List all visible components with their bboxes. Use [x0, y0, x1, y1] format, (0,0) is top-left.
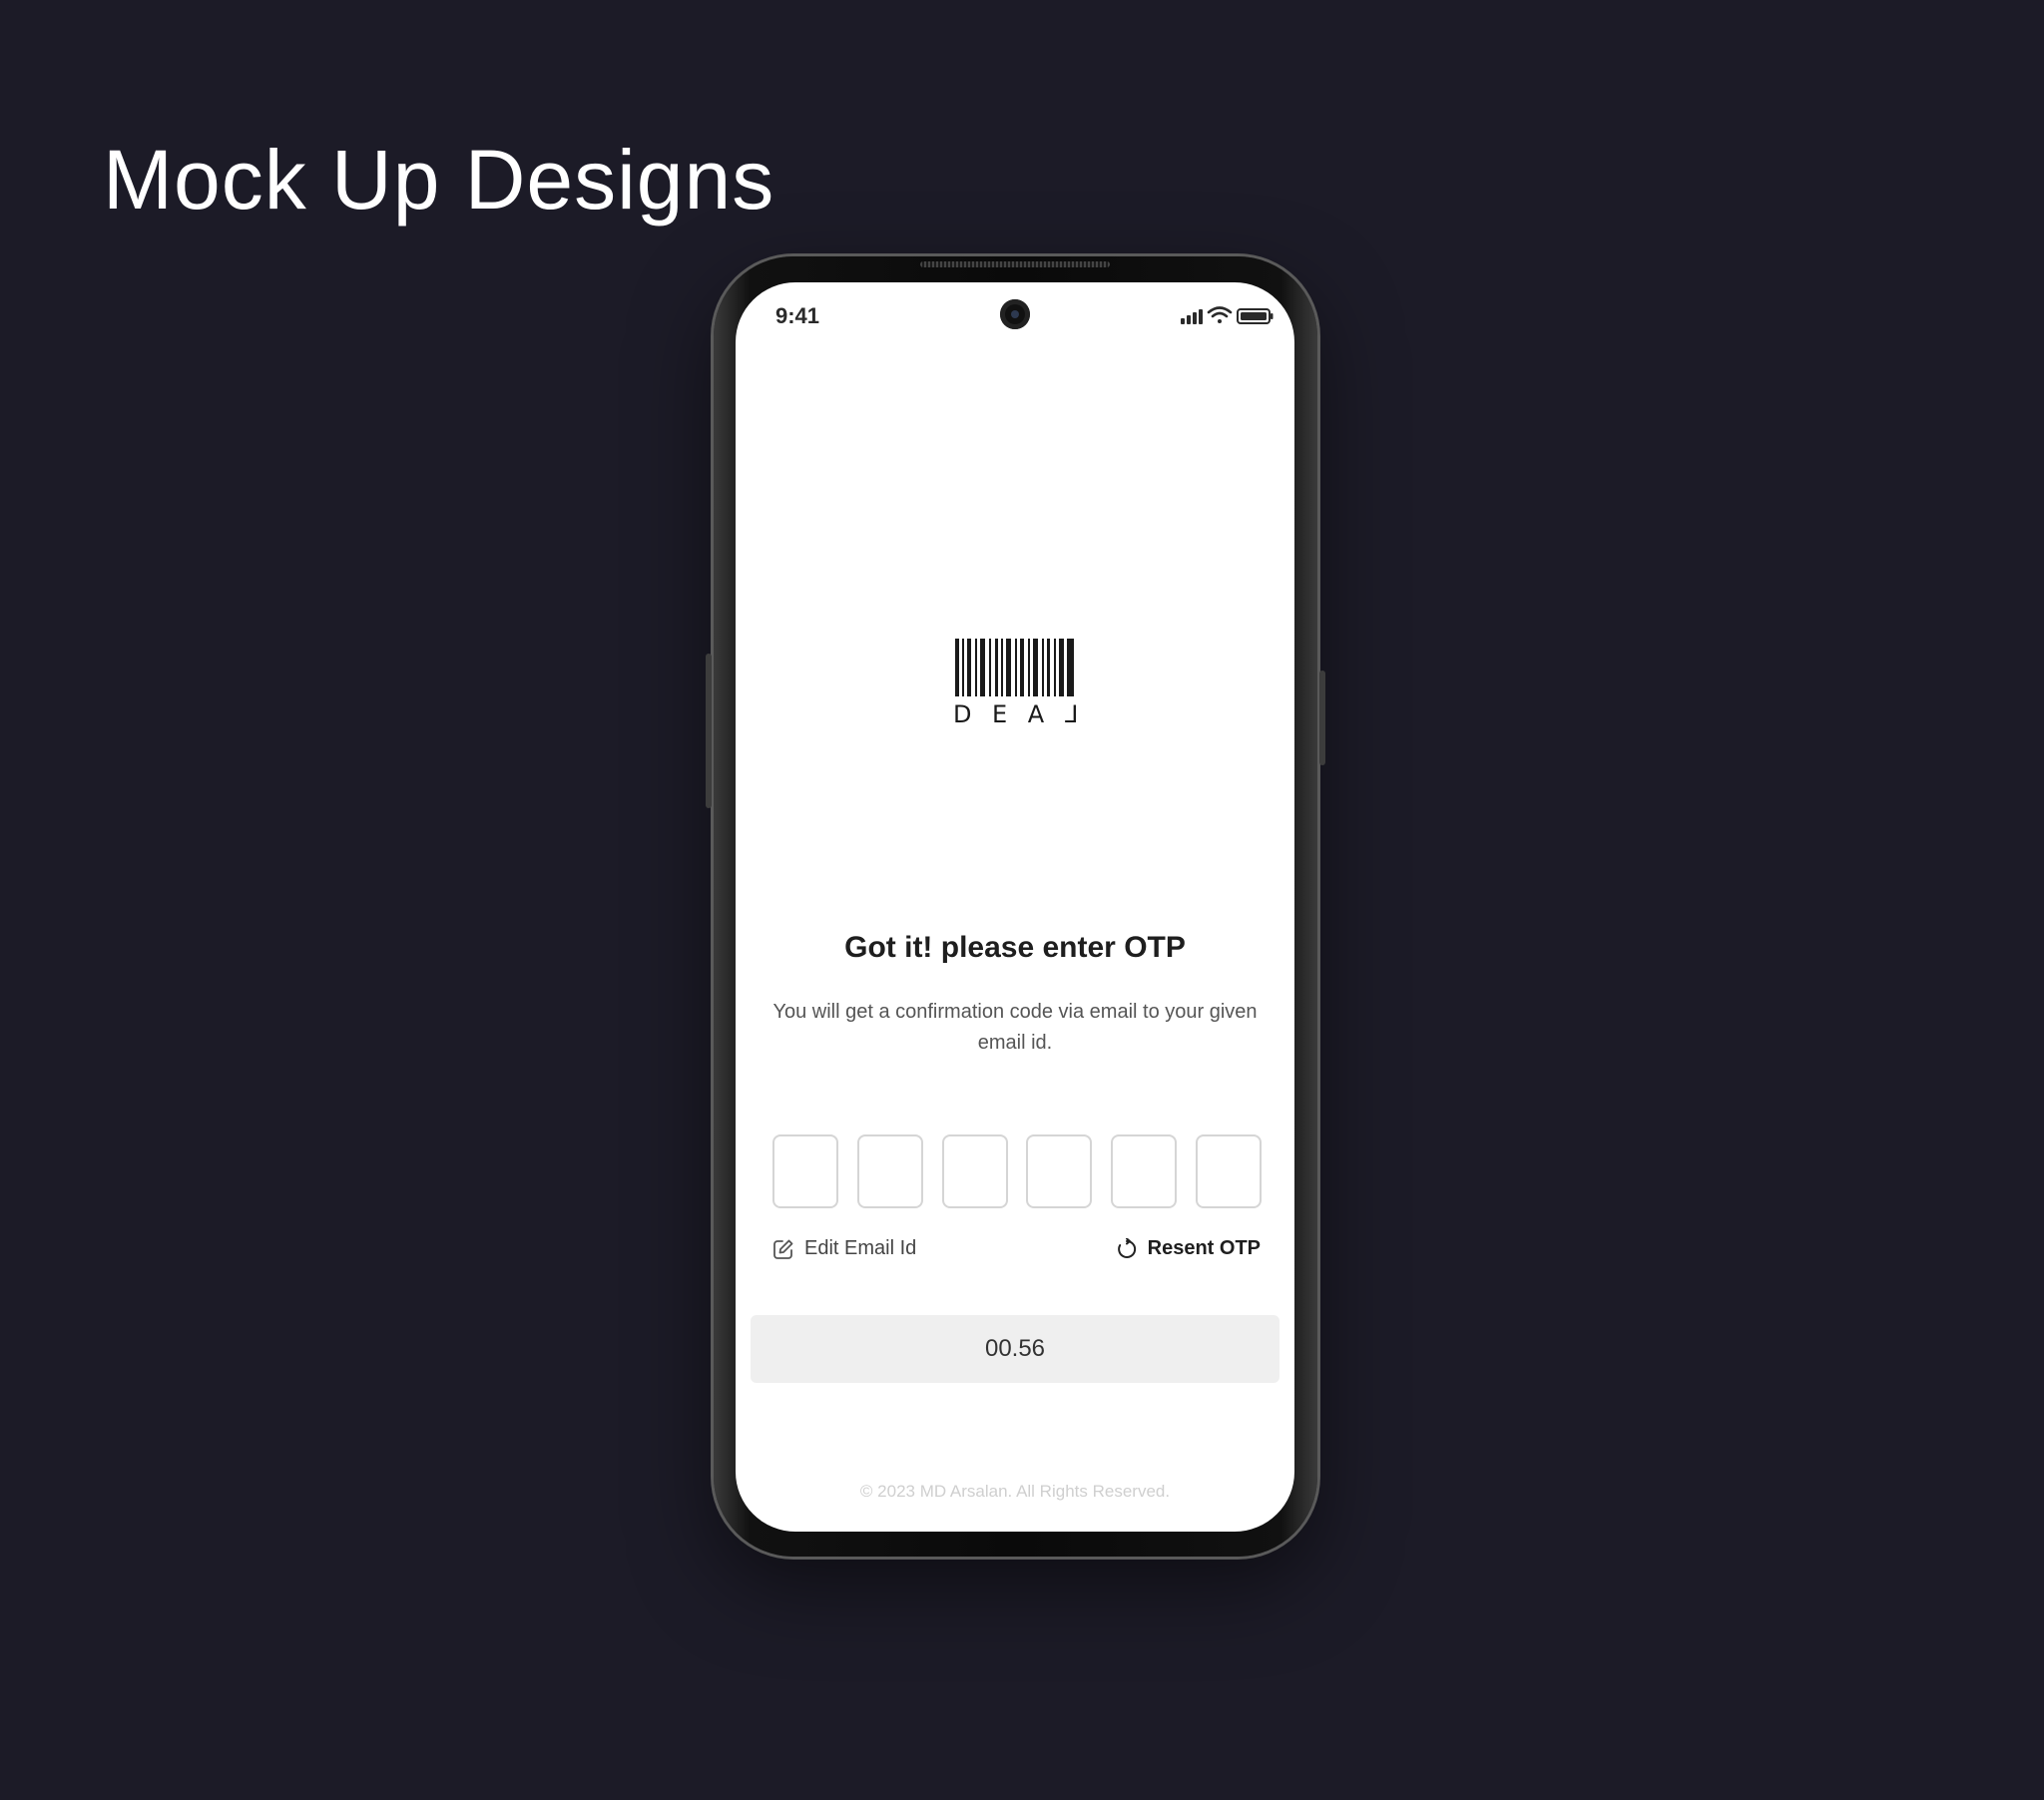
otp-title: Got it! please enter OTP — [844, 931, 1186, 964]
wifi-icon — [1207, 306, 1233, 323]
power-button — [1319, 671, 1325, 765]
logo-wordmark: D E A L — [953, 700, 1078, 728]
otp-digit-2[interactable] — [856, 1134, 923, 1208]
timer-value: 00.56 — [984, 1335, 1046, 1362]
otp-subtitle: You will get a confirmation code via ema… — [772, 1001, 1258, 1054]
logo-letter: D — [953, 700, 972, 728]
otp-digit-4[interactable] — [1026, 1134, 1093, 1208]
edit-email-link[interactable]: Edit Email Id — [772, 1237, 916, 1260]
resend-otp-label: Resent OTP — [1147, 1237, 1261, 1259]
edit-email-label: Edit Email Id — [804, 1237, 917, 1259]
barcode-icon — [955, 639, 1074, 696]
phone-speaker — [920, 261, 1110, 267]
phone-screen: 9:41 D E A L Got it! please enter OTP Yo… — [736, 282, 1294, 1532]
status-time: 9:41 — [775, 303, 820, 328]
phone-mockup: 9:41 D E A L Got it! please enter OTP Yo… — [706, 256, 1325, 1557]
front-camera — [1000, 299, 1030, 329]
copyright-footer: © 2023 MD Arsalan. All Rights Reserved. — [859, 1482, 1171, 1501]
otp-digit-6[interactable] — [1195, 1134, 1262, 1208]
otp-digit-5[interactable] — [1111, 1134, 1178, 1208]
status-icons — [1181, 306, 1274, 324]
resend-otp-link[interactable]: Resent OTP — [1116, 1237, 1261, 1260]
refresh-icon — [1117, 1237, 1136, 1258]
logo-letter: A — [1027, 700, 1045, 728]
otp-digit-1[interactable] — [772, 1134, 838, 1208]
otp-digit-3[interactable] — [941, 1134, 1008, 1208]
battery-icon — [1237, 308, 1274, 324]
signal-icon — [1181, 309, 1203, 324]
volume-button — [706, 654, 712, 808]
otp-timer-button[interactable]: 00.56 — [751, 1315, 1279, 1383]
logo-letter: E — [992, 700, 1008, 728]
otp-input-group — [772, 1134, 1262, 1208]
edit-icon — [773, 1239, 793, 1259]
logo-letter: L — [1064, 700, 1078, 728]
deal-logo: D E A L — [953, 639, 1078, 738]
page-heading: Mock Up Designs — [103, 133, 775, 226]
